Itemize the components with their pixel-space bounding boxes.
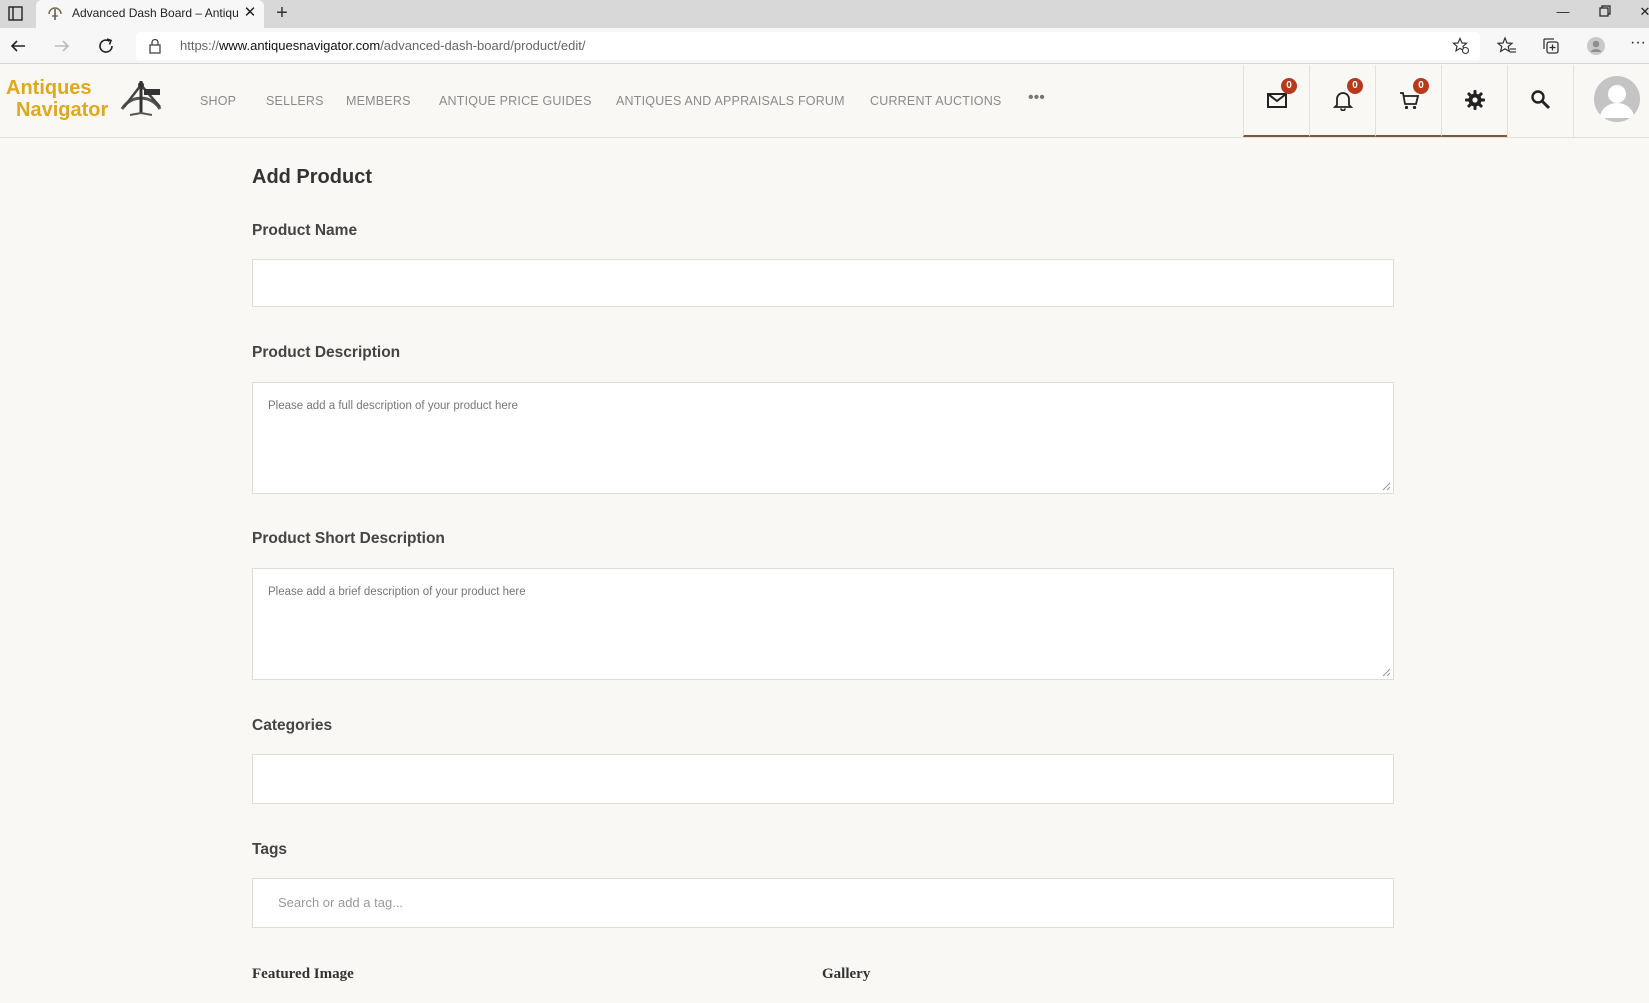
site-favicon-icon <box>48 7 62 20</box>
favorites-icon[interactable] <box>1497 36 1517 56</box>
product-name-input[interactable] <box>252 259 1394 307</box>
site-header: Antiques Navigator SHOP SELLERS MEMBERS … <box>0 65 1649 138</box>
notifications-count-badge: 0 <box>1347 78 1363 94</box>
tab-title: Advanced Dash Board – Antiques Navigator <box>72 6 238 20</box>
resize-handle-icon[interactable] <box>1382 482 1391 491</box>
nav-item-sellers[interactable]: SELLERS <box>266 94 324 108</box>
product-description-label: Product Description <box>252 344 401 361</box>
product-short-description-textarea[interactable]: Please add a brief description of your p… <box>252 568 1394 680</box>
settings-button[interactable] <box>1441 65 1507 137</box>
product-short-description-label: Product Short Description <box>252 530 445 547</box>
notifications-button[interactable]: 0 <box>1309 65 1375 137</box>
gear-icon <box>1465 90 1485 110</box>
tab-actions-icon[interactable] <box>4 4 26 24</box>
url-text[interactable]: https://www.antiquesnavigator.com/advanc… <box>180 38 585 53</box>
cart-button[interactable]: 0 <box>1375 65 1441 137</box>
browser-tab-strip: Advanced Dash Board – Antiques Navigator… <box>0 0 1649 28</box>
page-title: Add Product <box>252 166 372 188</box>
new-tab-icon[interactable]: + <box>272 3 292 23</box>
browser-tab[interactable]: Advanced Dash Board – Antiques Navigator… <box>36 0 264 28</box>
profile-icon[interactable] <box>1586 36 1606 56</box>
categories-label: Categories <box>252 717 333 734</box>
tab-close-icon[interactable]: ✕ <box>242 5 258 21</box>
collections-icon[interactable] <box>1541 36 1561 56</box>
add-favorite-icon[interactable] <box>1452 37 1470 55</box>
search-icon <box>1531 90 1551 110</box>
tags-placeholder: Search or add a tag... <box>278 895 404 910</box>
sextant-logo-icon <box>120 81 162 116</box>
product-description-placeholder: Please add a full description of your pr… <box>268 400 518 412</box>
user-avatar-icon <box>1594 76 1640 122</box>
site-logo[interactable]: Antiques Navigator <box>6 77 166 127</box>
cart-count-badge: 0 <box>1413 78 1429 94</box>
restore-icon[interactable] <box>1598 4 1612 18</box>
search-button[interactable] <box>1507 65 1573 137</box>
forward-icon[interactable] <box>52 36 72 56</box>
logo-text-line2: Navigator <box>16 99 109 121</box>
logo-text-line1: Antiques <box>6 77 92 99</box>
lock-icon[interactable] <box>148 38 162 54</box>
nav-item-current-auctions[interactable]: CURRENT AUCTIONS <box>870 94 1001 108</box>
nav-item-forum[interactable]: ANTIQUES AND APPRAISALS FORUM <box>616 94 845 108</box>
browser-toolbar: https://www.antiquesnavigator.com/advanc… <box>0 28 1649 64</box>
featured-image-label: Featured Image <box>252 966 354 982</box>
close-window-icon[interactable]: ✕ <box>1635 2 1649 22</box>
back-icon[interactable] <box>8 36 28 56</box>
gallery-label: Gallery <box>822 966 871 982</box>
address-bar[interactable]: https://www.antiquesnavigator.com/advanc… <box>136 32 1480 60</box>
nav-item-antique-price-guides[interactable]: ANTIQUE PRICE GUIDES <box>439 94 592 108</box>
nav-more-icon[interactable]: ••• <box>1028 89 1045 107</box>
tags-input[interactable]: Search or add a tag... <box>252 878 1394 928</box>
settings-more-icon[interactable]: ··· <box>1630 35 1649 56</box>
nav-item-shop[interactable]: SHOP <box>200 94 236 108</box>
avatar[interactable] <box>1594 76 1640 122</box>
resize-handle-icon[interactable] <box>1382 668 1391 677</box>
tags-label: Tags <box>252 841 288 858</box>
refresh-icon[interactable] <box>96 36 116 56</box>
nav-item-members[interactable]: MEMBERS <box>346 94 411 108</box>
product-short-description-placeholder: Please add a brief description of your p… <box>268 586 526 598</box>
product-description-textarea[interactable]: Please add a full description of your pr… <box>252 382 1394 494</box>
messages-count-badge: 0 <box>1281 78 1297 94</box>
categories-select[interactable] <box>252 754 1394 804</box>
product-name-label: Product Name <box>252 222 358 239</box>
messages-button[interactable]: 0 <box>1243 65 1309 137</box>
minimize-icon[interactable]: — <box>1553 2 1573 22</box>
